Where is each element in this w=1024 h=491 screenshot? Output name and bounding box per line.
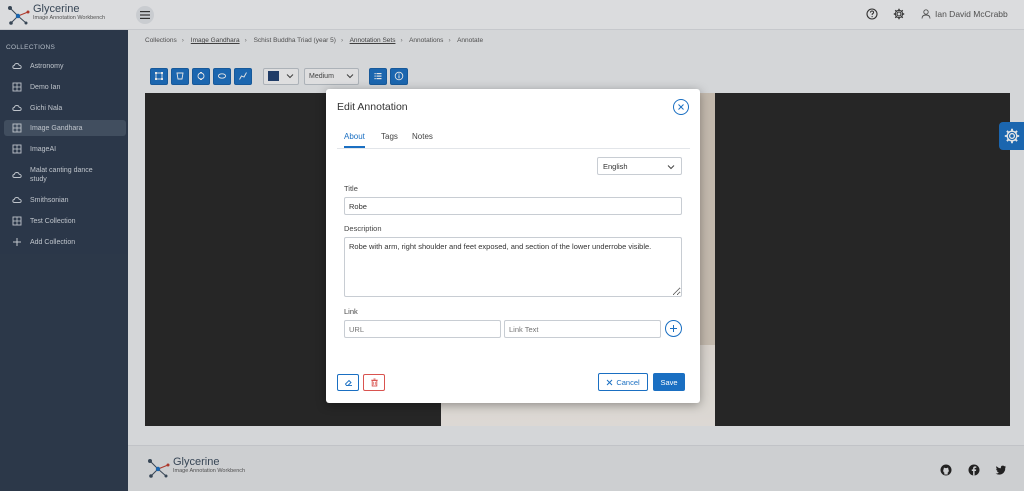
trash-icon: [370, 378, 378, 387]
tab-notes[interactable]: Notes: [412, 132, 433, 146]
cancel-label: Cancel: [616, 377, 640, 387]
add-link-button[interactable]: [665, 320, 682, 337]
link-label: Link: [344, 307, 358, 316]
delete-button[interactable]: [363, 374, 385, 391]
tab-tags[interactable]: Tags: [381, 132, 398, 146]
description-label: Description: [344, 224, 382, 233]
close-icon: [606, 379, 613, 385]
close-modal-button[interactable]: [673, 99, 689, 115]
close-icon: [678, 104, 684, 110]
description-textarea[interactable]: Robe with arm, right shoulder and feet e…: [344, 237, 682, 297]
language-value: English: [603, 161, 628, 171]
title-label: Title: [344, 184, 358, 193]
chevron-down-icon: [667, 165, 675, 170]
title-input[interactable]: [344, 197, 682, 215]
modal-tabs: About Tags Notes: [337, 129, 690, 149]
erase-button[interactable]: [337, 374, 359, 391]
tab-about[interactable]: About: [344, 132, 365, 148]
modal-title: Edit Annotation: [337, 101, 408, 113]
cancel-button[interactable]: Cancel: [598, 373, 648, 391]
link-text-input[interactable]: [504, 320, 661, 338]
url-input[interactable]: [344, 320, 501, 338]
edit-annotation-modal: Edit Annotation About Tags Notes English…: [326, 89, 700, 403]
language-select[interactable]: English: [597, 157, 682, 175]
save-button[interactable]: Save: [653, 373, 685, 391]
plus-icon: [670, 325, 677, 332]
eraser-icon: [344, 379, 352, 386]
